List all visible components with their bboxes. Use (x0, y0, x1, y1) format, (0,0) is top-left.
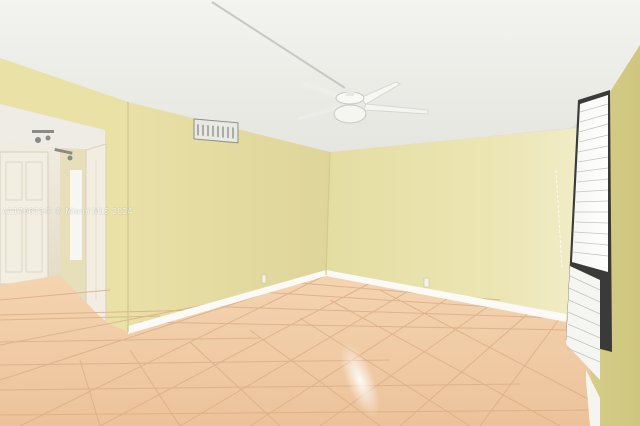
mls-watermark: A1170813® © Miami MLS 2024 (2, 207, 133, 216)
room-photo: A1170813® © Miami MLS 2024 (0, 0, 640, 426)
outlet-back (423, 277, 430, 288)
ac-vent (193, 118, 239, 144)
outlet-left (261, 274, 267, 284)
hallway-door (0, 151, 49, 285)
